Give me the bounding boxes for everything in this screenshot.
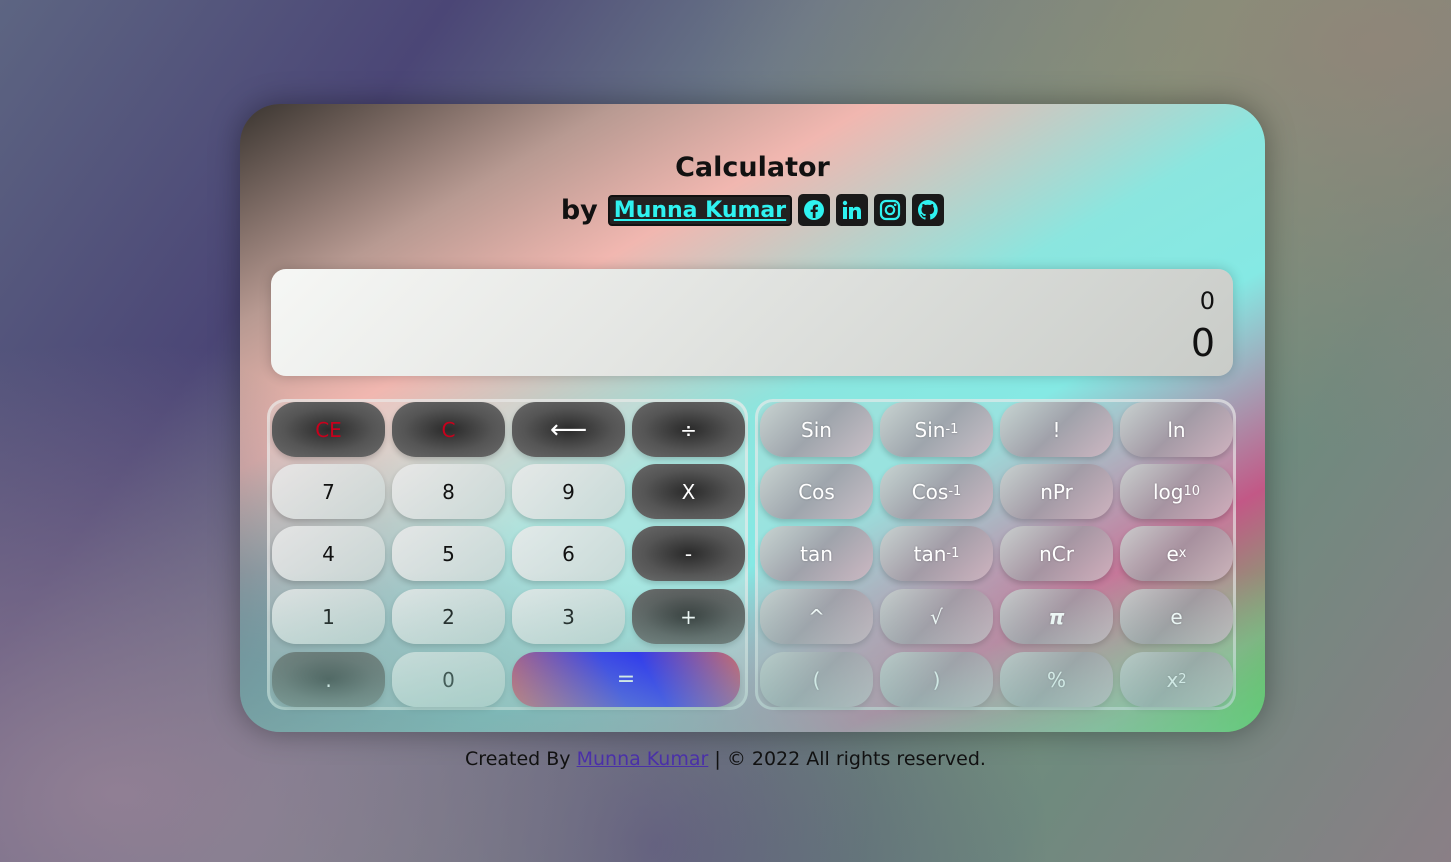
sin-button[interactable]: Sin [760, 402, 873, 457]
tan-button[interactable]: tan [760, 526, 873, 581]
byline: by Munna Kumar [240, 194, 1265, 226]
sqrt-button[interactable]: √ [880, 589, 993, 644]
key-6[interactable]: 6 [512, 526, 625, 581]
log-sub: 10 [1183, 484, 1201, 499]
square-sup: 2 [1178, 672, 1187, 687]
instagram-icon[interactable] [874, 194, 907, 226]
asin-sup: -1 [945, 422, 959, 437]
exp-label: e [1166, 541, 1179, 566]
acos-label: Cos [911, 479, 949, 504]
close-paren-button[interactable]: ) [880, 652, 993, 707]
subtract-button[interactable]: - [632, 526, 745, 581]
page-title: Calculator [675, 152, 830, 183]
square-button[interactable]: x2 [1120, 652, 1233, 707]
clear-button[interactable]: C [392, 402, 505, 457]
acos-sup: -1 [948, 484, 962, 499]
footer: Created By Munna Kumar | © 2022 All righ… [0, 748, 1451, 770]
key-8[interactable]: 8 [392, 464, 505, 519]
log-label: log [1152, 479, 1184, 504]
ncr-button[interactable]: nCr [1000, 526, 1113, 581]
footer-prefix: Created By [465, 748, 571, 770]
by-label: by [560, 194, 598, 226]
author-link[interactable]: Munna Kumar [607, 194, 793, 226]
clear-entry-button[interactable]: CE [272, 402, 385, 457]
key-3[interactable]: 3 [512, 589, 625, 644]
decimal-button[interactable]: . [272, 652, 385, 707]
key-4[interactable]: 4 [272, 526, 385, 581]
factorial-button[interactable]: ! [1000, 402, 1113, 457]
exp-button[interactable]: ex [1120, 526, 1233, 581]
log10-button[interactable]: log 10 [1120, 464, 1233, 519]
ln-button[interactable]: ln [1120, 402, 1233, 457]
key-1[interactable]: 1 [272, 589, 385, 644]
backspace-button[interactable]: ⟵ [512, 402, 625, 457]
add-button[interactable]: + [632, 589, 745, 644]
atan-button[interactable]: tan -1 [880, 526, 993, 581]
current-value: 0 [1190, 321, 1215, 365]
percent-button[interactable]: % [1000, 652, 1113, 707]
atan-sup: -1 [946, 546, 960, 561]
open-paren-button[interactable]: ( [760, 652, 873, 707]
square-label: x [1166, 667, 1179, 692]
github-icon[interactable] [912, 194, 945, 226]
key-5[interactable]: 5 [392, 526, 505, 581]
footer-author-link[interactable]: Munna Kumar [577, 748, 709, 770]
pi-button[interactable]: π [1000, 589, 1113, 644]
linkedin-icon[interactable] [836, 194, 869, 226]
npr-button[interactable]: nPr [1000, 464, 1113, 519]
power-button[interactable]: ^ [760, 589, 873, 644]
exp-sup: x [1178, 546, 1187, 561]
euler-button[interactable]: e [1120, 589, 1233, 644]
key-9[interactable]: 9 [512, 464, 625, 519]
asin-label: Sin [914, 417, 946, 442]
acos-button[interactable]: Cos -1 [880, 464, 993, 519]
key-0[interactable]: 0 [392, 652, 505, 707]
footer-copyright: | © 2022 All rights reserved. [714, 748, 986, 770]
cos-button[interactable]: Cos [760, 464, 873, 519]
facebook-icon[interactable] [798, 194, 831, 226]
key-2[interactable]: 2 [392, 589, 505, 644]
multiply-button[interactable]: X [632, 464, 745, 519]
divide-button[interactable]: ÷ [632, 402, 745, 457]
atan-label: tan [913, 541, 947, 566]
previous-value: 0 [1199, 287, 1215, 315]
key-7[interactable]: 7 [272, 464, 385, 519]
calculator-display: 0 0 [271, 269, 1233, 376]
asin-button[interactable]: Sin -1 [880, 402, 993, 457]
equals-button[interactable]: = [512, 652, 740, 707]
calculator-card: Calculator by Munna Kumar 0 0 CE C ⟵ ÷ 7… [240, 104, 1265, 732]
